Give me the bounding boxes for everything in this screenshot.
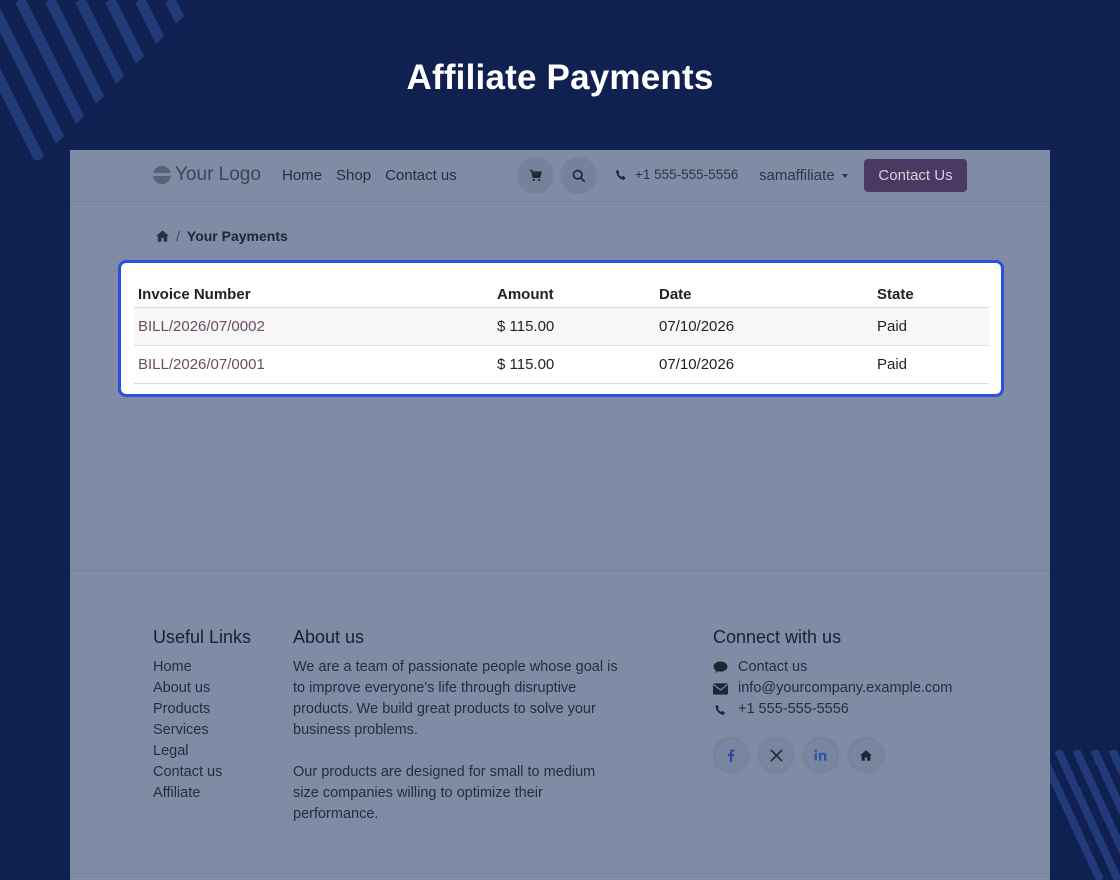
breadcrumb: / Your Payments (156, 228, 288, 244)
useful-links-title: Useful Links (153, 627, 252, 647)
state-cell: Paid (873, 307, 989, 346)
about-paragraph-1: We are a team of passionate people whose… (293, 659, 618, 738)
breadcrumb-current: Your Payments (186, 228, 288, 244)
footer-contact-text: Contact us (738, 659, 808, 675)
footer-link-products[interactable]: Products (153, 699, 251, 720)
payments-table-card: Invoice Number Amount Date State BILL/20… (118, 260, 1004, 397)
table-row[interactable]: BILL/2026/07/0002 $ 115.00 07/10/2026 Pa… (134, 307, 989, 346)
breadcrumb-separator: / (176, 228, 180, 244)
table-row[interactable]: BILL/2026/07/0001 $ 115.00 07/10/2026 Pa… (134, 345, 989, 384)
invoice-number-link[interactable]: BILL/2026/07/0002 (134, 307, 493, 346)
phone-icon (715, 704, 725, 715)
amount-cell: $ 115.00 (493, 345, 655, 384)
linkedin-icon (814, 749, 827, 761)
table-header-row: Invoice Number Amount Date State (134, 280, 989, 308)
column-header-state: State (873, 280, 989, 308)
date-cell: 07/10/2026 (655, 307, 873, 346)
cart-button[interactable] (517, 157, 554, 194)
nav-phone[interactable]: +1 555-555-5556 (615, 167, 738, 182)
footer-email-text: info@yourcompany.example.com (738, 680, 953, 696)
date-cell: 07/10/2026 (655, 345, 873, 384)
facebook-icon (728, 748, 735, 762)
footer-useful-links: Useful Links Home About us Products Serv… (153, 627, 251, 804)
contact-us-button[interactable]: Contact Us (864, 159, 967, 192)
footer-link-about-us[interactable]: About us (153, 678, 251, 699)
x-twitter-icon (769, 748, 783, 762)
invoice-number-link[interactable]: BILL/2026/07/0001 (134, 345, 493, 384)
home-icon[interactable] (156, 230, 169, 242)
footer-phone-text: +1 555-555-5556 (738, 701, 849, 717)
footer-link-services[interactable]: Services (153, 720, 251, 741)
footer: Useful Links Home About us Products Serv… (70, 570, 1050, 880)
footer-about: About us We are a team of passionate peo… (293, 627, 623, 825)
logo-text: Your Logo (175, 164, 261, 185)
logo-icon (153, 166, 171, 184)
nav-link-contact-us[interactable]: Contact us (385, 167, 457, 184)
column-header-amount: Amount (493, 280, 655, 308)
linkedin-button[interactable] (805, 739, 837, 771)
user-name: samaffiliate (759, 167, 835, 184)
chevron-down-icon (841, 173, 848, 178)
footer-phone-link[interactable]: +1 555-555-5556 (713, 699, 952, 720)
comment-icon (713, 661, 728, 674)
amount-cell: $ 115.00 (493, 307, 655, 346)
phone-icon (616, 169, 626, 180)
search-button[interactable] (560, 157, 597, 194)
social-links (715, 739, 952, 771)
about-paragraph-2: Our products are designed for small to m… (293, 764, 596, 822)
about-title: About us (293, 627, 365, 647)
nav-links: Home Shop Contact us (282, 167, 457, 184)
connect-title: Connect with us (713, 627, 842, 647)
payments-table: Invoice Number Amount Date State BILL/20… (134, 280, 989, 384)
user-menu-dropdown[interactable]: samaffiliate (759, 167, 848, 184)
footer-divider (70, 873, 1050, 874)
facebook-button[interactable] (715, 739, 747, 771)
footer-connect: Connect with us Contact us info@yourcomp… (713, 627, 952, 771)
footer-link-affiliate[interactable]: Affiliate (153, 783, 251, 804)
envelope-icon (713, 682, 728, 695)
footer-link-legal[interactable]: Legal (153, 741, 251, 762)
site-logo[interactable]: Your Logo (153, 164, 261, 186)
nav-link-shop[interactable]: Shop (336, 167, 371, 184)
search-icon (572, 169, 585, 182)
footer-contact-link[interactable]: Contact us (713, 657, 952, 678)
page-heading: Affiliate Payments (406, 58, 714, 97)
decorative-stripes-bottom-right (1040, 750, 1120, 880)
state-cell: Paid (873, 345, 989, 384)
home-icon (860, 749, 872, 761)
x-twitter-button[interactable] (760, 739, 792, 771)
footer-link-home[interactable]: Home (153, 657, 251, 678)
column-header-invoice-number: Invoice Number (134, 280, 493, 308)
cart-icon (529, 169, 542, 182)
nav-phone-number: +1 555-555-5556 (635, 167, 739, 182)
navbar: Your Logo Home Shop Contact us +1 555-55 (70, 150, 1050, 202)
footer-email-link[interactable]: info@yourcompany.example.com (713, 678, 952, 699)
home-link-button[interactable] (850, 739, 882, 771)
footer-link-contact-us[interactable]: Contact us (153, 762, 251, 783)
column-header-date: Date (655, 280, 873, 308)
nav-link-home[interactable]: Home (282, 167, 322, 184)
